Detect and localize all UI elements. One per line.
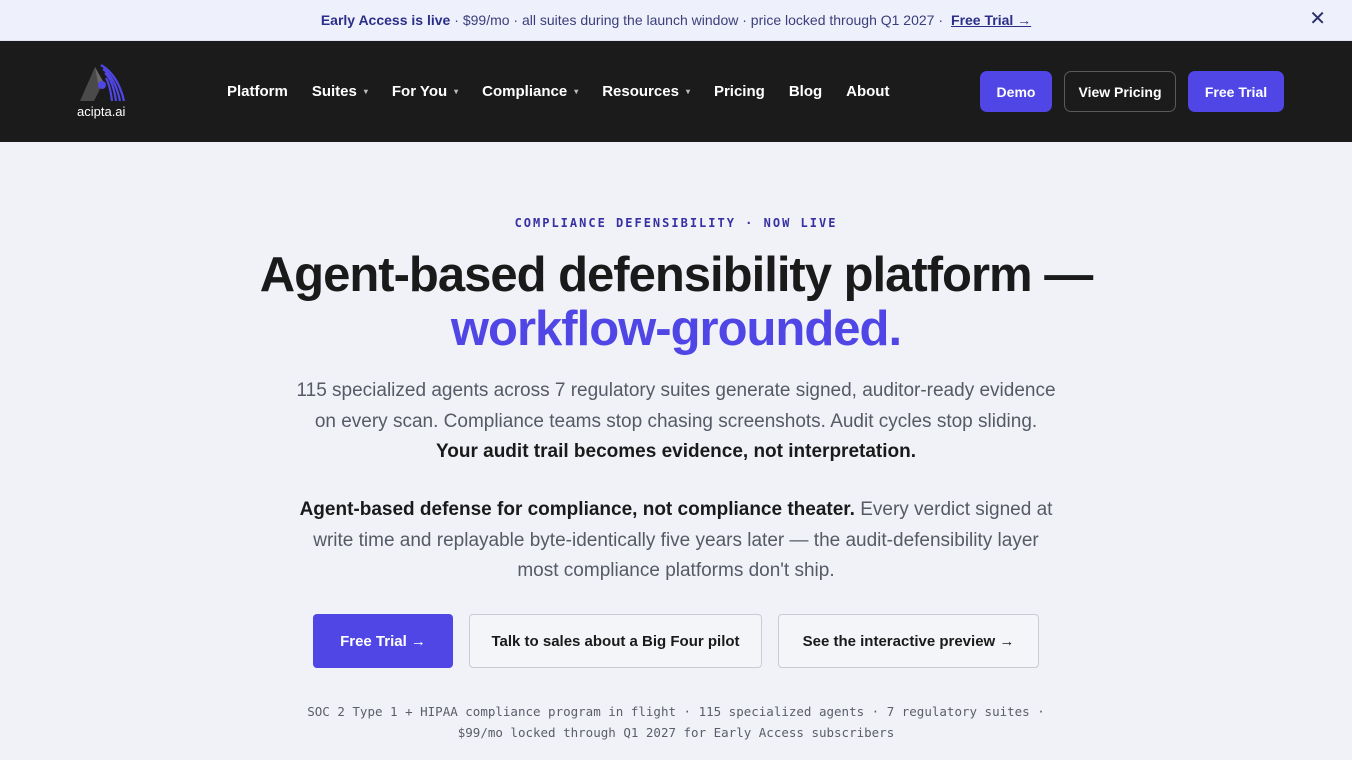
top-navigation: acipta.ai Platform Suites ▾ For You ▾ Co… xyxy=(0,41,1352,142)
hero-free-trial-button[interactable]: Free Trial → xyxy=(313,614,453,668)
nav-item-label: Pricing xyxy=(713,83,765,100)
hero-subtitle-text: 115 specialized agents across 7 regulato… xyxy=(296,380,1056,432)
hero-headline: Agent-based defensibility platform — wor… xyxy=(0,248,1352,356)
nav-item-label: About xyxy=(846,83,890,100)
nav-item-for-you[interactable]: For You ▾ xyxy=(392,83,458,100)
nav-item-label: Resources xyxy=(602,83,679,100)
nav-item-resources[interactable]: Resources ▾ xyxy=(602,83,690,100)
nav-item-about[interactable]: About xyxy=(846,83,889,100)
hero-headline-accent: workflow-grounded. xyxy=(450,302,902,356)
logo[interactable]: acipta.ai xyxy=(76,63,130,121)
announcement-free-trial-link[interactable]: Free Trial → xyxy=(951,12,1031,28)
hero-headline-main: Agent-based defensibility platform — xyxy=(259,248,1093,302)
hero-subtitle-emphasis: Your audit trail becomes evidence, not i… xyxy=(435,441,917,462)
announcement-bar: Early Access is live · $99/mo · all suit… xyxy=(0,0,1352,41)
nav-item-platform[interactable]: Platform xyxy=(227,83,288,100)
hero-description: Agent-based defense for compliance, not … xyxy=(296,495,1056,587)
nav-item-pricing[interactable]: Pricing xyxy=(714,83,765,100)
nav-item-suites[interactable]: Suites ▾ xyxy=(312,83,368,100)
view-pricing-button[interactable]: View Pricing xyxy=(1064,71,1176,112)
nav-item-label: Suites xyxy=(311,83,357,100)
free-trial-button[interactable]: Free Trial xyxy=(1188,71,1284,112)
nav-item-label: Compliance xyxy=(482,83,568,100)
chevron-down-icon: ▾ xyxy=(574,87,579,96)
chevron-down-icon: ▾ xyxy=(363,87,368,96)
hero-description-emphasis: Agent-based defense for compliance, not … xyxy=(299,499,855,520)
interactive-preview-button[interactable]: See the interactive preview → xyxy=(778,614,1039,668)
close-icon[interactable]: ✕ xyxy=(1309,9,1326,29)
logo-mark-icon xyxy=(80,64,126,102)
hero-footnote: SOC 2 Type 1 + HIPAA compliance program … xyxy=(307,704,1045,740)
nav-item-label: For You xyxy=(391,83,448,100)
nav-item-compliance[interactable]: Compliance ▾ xyxy=(482,83,578,100)
nav-item-blog[interactable]: Blog xyxy=(789,83,822,100)
nav-item-label: Blog xyxy=(788,83,823,100)
nav-menu: Platform Suites ▾ For You ▾ Compliance ▾… xyxy=(227,41,913,142)
chevron-down-icon: ▾ xyxy=(685,87,690,96)
announcement-message: · $99/mo · all suites during the launch … xyxy=(454,12,944,28)
announcement-headline: Early Access is live xyxy=(320,12,451,28)
logo-text: acipta.ai xyxy=(77,104,126,119)
hero-subtitle: 115 specialized agents across 7 regulato… xyxy=(296,376,1056,468)
hero-eyebrow: COMPLIANCE DEFENSIBILITY · NOW LIVE xyxy=(514,216,838,230)
nav-item-label: Platform xyxy=(227,83,288,100)
demo-button[interactable]: Demo xyxy=(980,71,1052,112)
chevron-down-icon: ▾ xyxy=(454,87,459,96)
talk-to-sales-button[interactable]: Talk to sales about a Big Four pilot xyxy=(469,614,762,668)
